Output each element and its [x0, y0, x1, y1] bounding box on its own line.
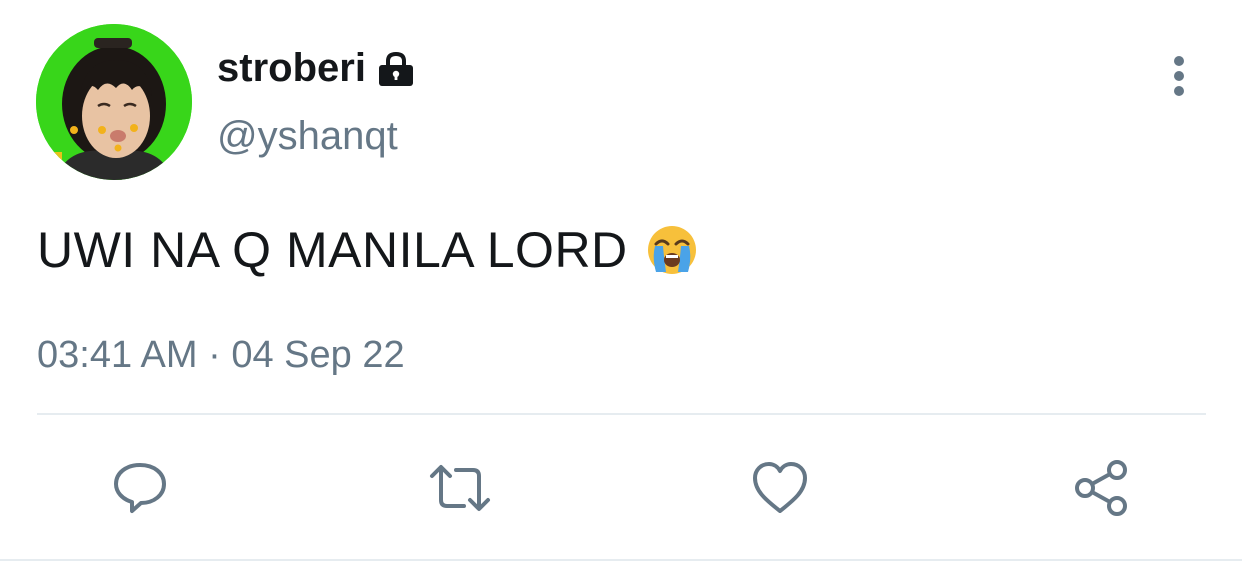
heart-icon — [753, 462, 807, 513]
avatar[interactable] — [36, 24, 192, 180]
lock-icon — [376, 50, 416, 86]
timestamp[interactable]: 03:41 AM · 04 Sep 22 — [37, 332, 405, 378]
user-handle[interactable]: @yshanqt — [217, 112, 398, 160]
display-name-text: stroberi — [217, 46, 366, 90]
loudly-crying-face-emoji — [646, 224, 698, 276]
divider — [37, 413, 1206, 415]
share-icon — [1075, 460, 1127, 516]
reply-icon — [114, 463, 166, 513]
tweet-text-content: UWI NA Q MANILA LORD — [37, 222, 628, 278]
display-name[interactable]: stroberi — [217, 44, 416, 92]
avatar-image — [36, 24, 192, 180]
reply-button[interactable] — [108, 456, 172, 520]
share-button[interactable] — [1069, 456, 1133, 520]
more-vertical-icon[interactable] — [1163, 52, 1195, 100]
tweet-card: stroberi @yshanqt UWI NA Q MANILA LORD 0… — [0, 0, 1242, 579]
retweet-icon — [430, 465, 490, 511]
retweet-button[interactable] — [428, 456, 492, 520]
like-button[interactable] — [748, 456, 812, 520]
tweet-text: UWI NA Q MANILA LORD — [37, 220, 698, 280]
bottom-divider — [0, 559, 1242, 561]
